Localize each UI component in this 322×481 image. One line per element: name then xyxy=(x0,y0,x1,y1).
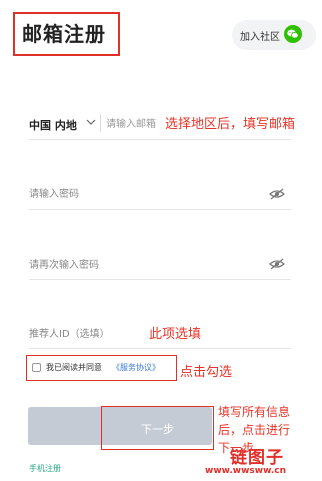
password-underline xyxy=(29,209,291,210)
service-agreement-link[interactable]: 《服务协议》 xyxy=(112,362,160,373)
annotation-region-email: 选择地区后，填写邮箱 xyxy=(165,117,296,132)
confirm-password-underline xyxy=(29,279,291,280)
annotation-next-line2: 后，点击进行 xyxy=(218,423,291,437)
phone-register-link[interactable]: 手机注册 xyxy=(29,463,61,474)
annotation-agree: 点击勾选 xyxy=(180,365,233,380)
referral-underline xyxy=(29,348,291,349)
region-selector[interactable]: 中国 内地 xyxy=(29,117,77,133)
eye-hidden-icon[interactable] xyxy=(269,188,285,200)
chevron-down-icon[interactable] xyxy=(85,116,97,128)
referral-id-input[interactable] xyxy=(29,326,139,342)
email-underline xyxy=(29,139,291,140)
wechat-icon[interactable] xyxy=(284,25,302,43)
agreement-checkbox[interactable] xyxy=(32,363,41,372)
annotation-referral: 此项选填 xyxy=(149,327,202,342)
watermark-url: www.wwsww.cn xyxy=(205,466,286,476)
eye-hidden-icon[interactable] xyxy=(269,258,285,270)
email-input[interactable] xyxy=(106,116,166,132)
annotation-next-line1: 填写所有信息 xyxy=(218,405,291,419)
next-button-label: 下一步 xyxy=(141,423,174,436)
region-divider xyxy=(100,114,101,132)
join-community-label: 加入社区 xyxy=(240,32,280,43)
watermark-logo: 链图子 xyxy=(230,448,284,468)
title-highlight-box xyxy=(13,12,120,56)
agreement-text: 我已阅读并同意 xyxy=(46,363,102,372)
confirm-password-input[interactable] xyxy=(29,257,229,273)
password-input[interactable] xyxy=(29,186,229,202)
